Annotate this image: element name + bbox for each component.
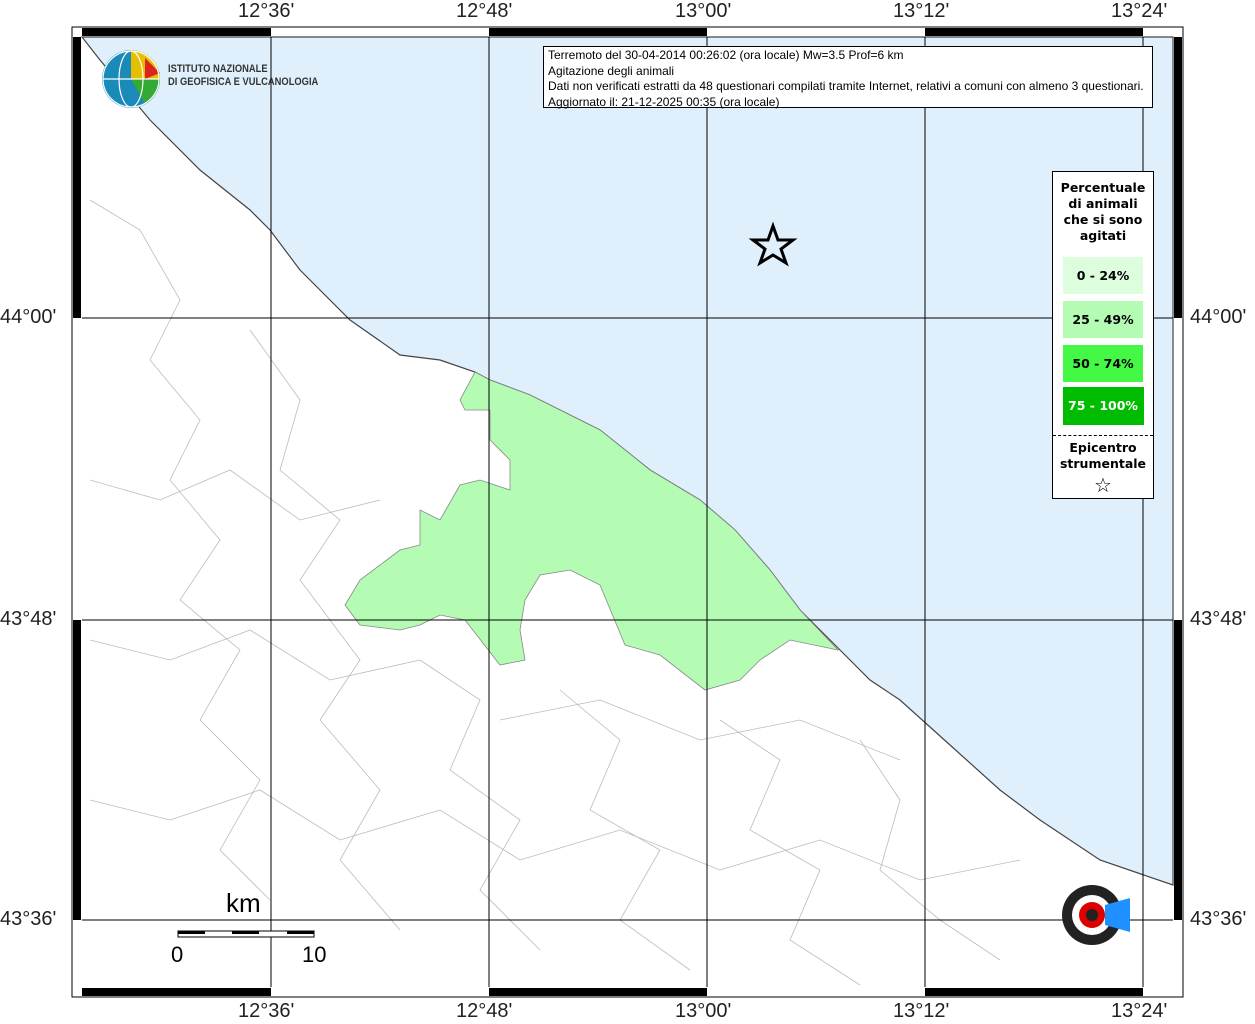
lon-tick-bottom: 13°12' xyxy=(893,1000,950,1022)
legend-class-25-49: 25 - 49% xyxy=(1063,301,1143,338)
legend: Percentuale di animali che si sono agita… xyxy=(1052,171,1154,499)
scale-bar xyxy=(177,930,315,938)
info-note: Dati non verificati estratti da 48 quest… xyxy=(548,79,1144,93)
map[interactable] xyxy=(0,0,1255,1024)
scale-min: 0 xyxy=(171,942,184,967)
lon-tick-bottom: 13°00' xyxy=(675,1000,732,1022)
lon-tick-bottom: 12°48' xyxy=(456,1000,513,1022)
legend-class-75-100: 75 - 100% xyxy=(1062,387,1144,425)
info-updated: Aggiornato il: 21-12-2025 00:35 (ora loc… xyxy=(548,94,780,109)
info-subject: Agitazione degli animali xyxy=(548,63,675,78)
legend-epicenter: Epicentro strumentale ☆ xyxy=(1053,435,1153,498)
info-event: Terremoto del 30-04-2014 00:26:02 (ora l… xyxy=(548,48,904,62)
legend-title-line: che si sono xyxy=(1063,212,1143,227)
lat-tick-right: 43°36' xyxy=(1190,908,1247,930)
lat-tick-right: 44°00' xyxy=(1190,306,1247,328)
legend-epicenter-line: strumentale xyxy=(1059,456,1147,471)
lon-tick-top: 12°48' xyxy=(456,0,513,22)
lat-tick-left: 43°48' xyxy=(0,608,57,630)
legend-epicenter-line: Epicentro xyxy=(1069,440,1137,455)
lat-tick-left: 44°00' xyxy=(0,306,57,328)
legend-class-50-74: 50 - 74% xyxy=(1063,345,1143,382)
legend-title-line: di animali xyxy=(1068,196,1138,211)
legend-star-icon: ☆ xyxy=(1094,473,1112,497)
lat-tick-right: 43°48' xyxy=(1190,608,1247,630)
scale-unit: km xyxy=(226,888,261,918)
lon-tick-bottom: 13°24' xyxy=(1111,1000,1168,1022)
ingv-logo xyxy=(100,48,162,114)
lon-tick-top: 13°24' xyxy=(1111,0,1168,22)
info-box: Terremoto del 30-04-2014 00:26:02 (ora l… xyxy=(543,46,1153,109)
lon-tick-top: 12°36' xyxy=(238,0,295,22)
legend-class-0-24: 0 - 24% xyxy=(1063,257,1143,294)
lon-tick-top: 13°12' xyxy=(893,0,950,22)
lat-tick-left: 43°36' xyxy=(0,908,57,930)
logo-line2: DI GEOFISICA E VULCANOLOGIA xyxy=(168,76,319,88)
logo-line1: ISTITUTO NAZIONALE xyxy=(168,63,268,75)
scale-max: 10 xyxy=(302,942,327,967)
ingv-logo-text: ISTITUTO NAZIONALE DI GEOFISICA E VULCANO… xyxy=(168,63,318,89)
legend-title: Percentuale di animali che si sono agita… xyxy=(1053,180,1153,244)
legend-title-line: agitati xyxy=(1079,228,1127,243)
legend-title-line: Percentuale xyxy=(1060,180,1146,195)
lon-tick-bottom: 12°36' xyxy=(238,1000,295,1022)
lon-tick-top: 13°00' xyxy=(675,0,732,22)
